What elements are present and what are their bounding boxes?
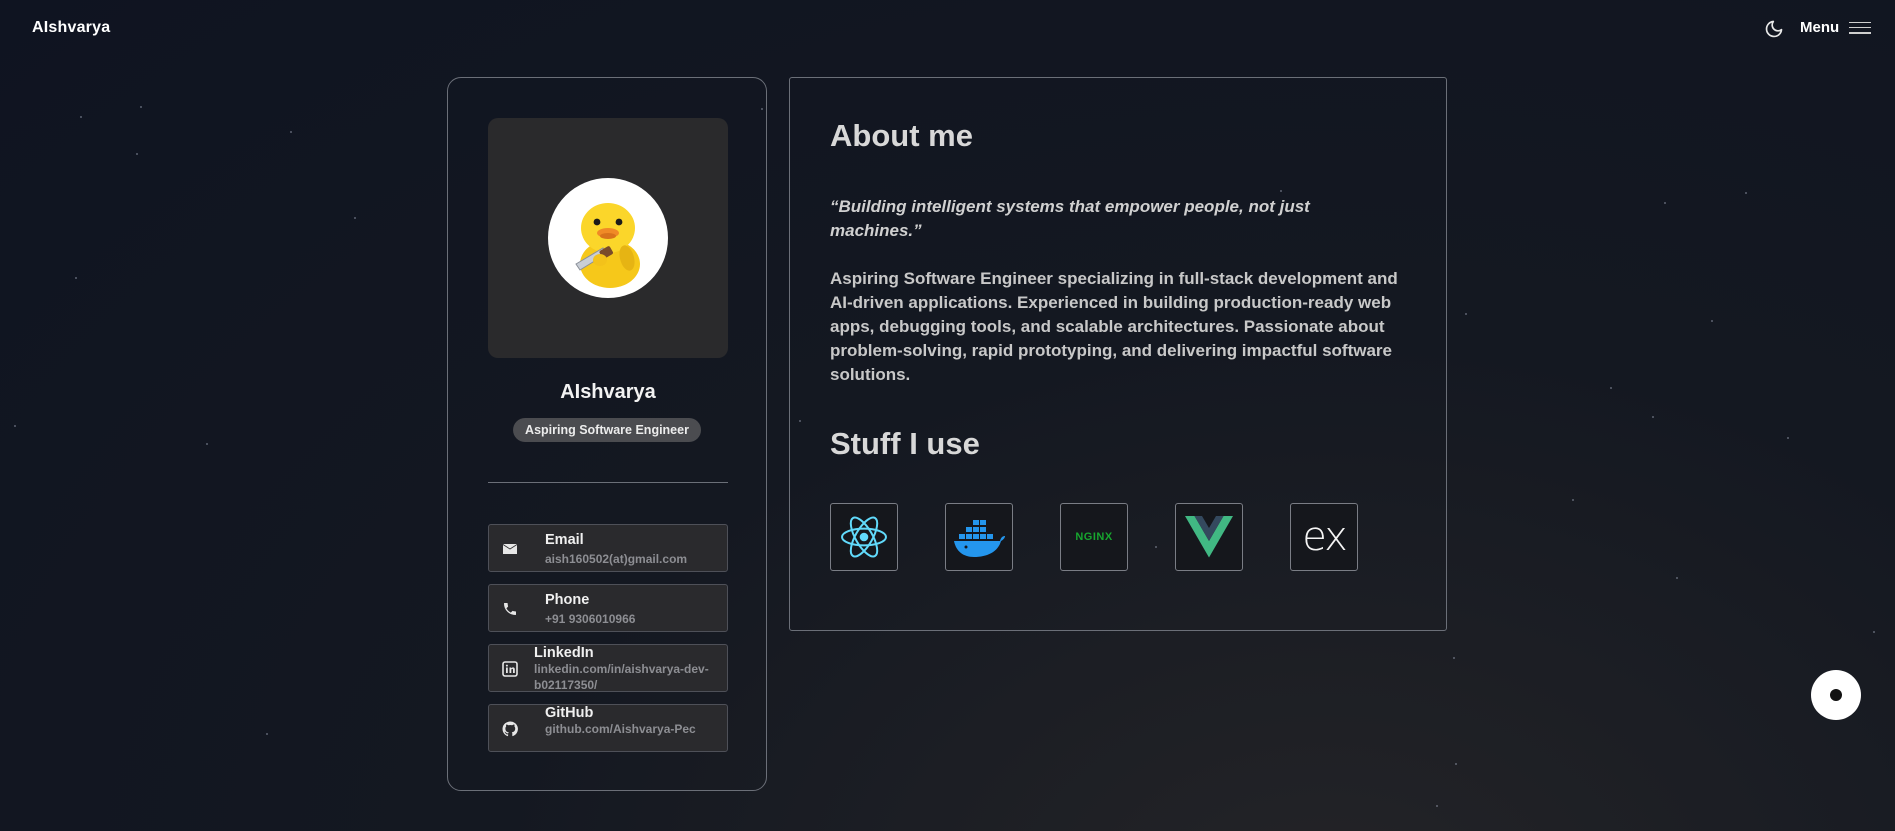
about-bio: Aspiring Software Engineer specializing … bbox=[830, 269, 1398, 384]
star bbox=[1787, 437, 1789, 439]
contact-label: Email bbox=[545, 532, 584, 548]
github-icon bbox=[502, 721, 518, 737]
menu-button[interactable]: Menu bbox=[1800, 19, 1872, 36]
nginx-icon: NGINX bbox=[1075, 531, 1113, 543]
stack-heading: Stuff I use bbox=[830, 426, 980, 461]
contact-label: Phone bbox=[545, 592, 590, 608]
contact-value: linkedin.com/in/aishvarya-dev-b02117350/ bbox=[534, 662, 709, 692]
star bbox=[80, 116, 82, 118]
profile-name: AIshvarya bbox=[560, 381, 656, 403]
moon-icon[interactable] bbox=[1764, 19, 1784, 39]
mail-icon bbox=[502, 541, 518, 557]
star bbox=[1676, 577, 1678, 579]
avatar-frame bbox=[488, 118, 728, 358]
role-badge: Aspiring Software Engineer bbox=[513, 418, 701, 442]
star bbox=[1465, 313, 1467, 315]
star bbox=[1873, 631, 1875, 633]
tool-nginx[interactable]: NGINX bbox=[1060, 503, 1128, 571]
star bbox=[1652, 416, 1654, 418]
vue-icon bbox=[1185, 516, 1233, 558]
contact-phone[interactable]: Phone +91 9306010966 bbox=[488, 584, 728, 632]
tool-list: NGINX ex bbox=[830, 503, 1358, 571]
star bbox=[1711, 320, 1713, 322]
star bbox=[1572, 499, 1574, 501]
star bbox=[266, 733, 268, 735]
floating-action-button[interactable] bbox=[1811, 670, 1861, 720]
about-heading: About me bbox=[830, 118, 973, 153]
divider bbox=[488, 482, 728, 483]
tool-express[interactable]: ex bbox=[1290, 503, 1358, 571]
star bbox=[1455, 763, 1457, 765]
star bbox=[1453, 657, 1455, 659]
dot-icon bbox=[1830, 689, 1842, 701]
profile-card: AIshvarya Aspiring Software Engineer Ema… bbox=[447, 77, 767, 791]
contact-value: +91 9306010966 bbox=[545, 612, 636, 626]
contact-label: LinkedIn bbox=[534, 645, 594, 661]
contact-github[interactable]: GitHub github.com/Aishvarya-Pec bbox=[488, 704, 728, 752]
docker-icon bbox=[954, 520, 1005, 557]
star bbox=[136, 153, 138, 155]
contact-linkedin[interactable]: LinkedIn linkedin.com/in/aishvarya-dev-b… bbox=[488, 644, 728, 692]
menu-label: Menu bbox=[1800, 19, 1840, 36]
phone-icon bbox=[502, 601, 518, 617]
star bbox=[14, 425, 16, 427]
contact-label: GitHub bbox=[545, 705, 594, 721]
duck-icon bbox=[575, 203, 640, 288]
react-icon bbox=[841, 516, 887, 558]
star bbox=[1610, 387, 1612, 389]
tool-react[interactable] bbox=[830, 503, 898, 571]
star bbox=[206, 443, 208, 445]
star bbox=[354, 217, 356, 219]
hamburger-icon bbox=[1849, 21, 1872, 34]
contact-value: github.com/Aishvarya-Pec bbox=[545, 722, 696, 736]
star bbox=[75, 277, 77, 279]
tool-docker[interactable] bbox=[945, 503, 1013, 571]
about-quote: “Building intelligent systems that empow… bbox=[830, 197, 1310, 240]
avatar bbox=[548, 178, 668, 298]
star bbox=[1664, 202, 1666, 204]
linkedin-icon bbox=[502, 661, 518, 677]
about-panel: About me “Building intelligent systems t… bbox=[789, 77, 1447, 631]
brand-logo[interactable]: AIshvarya bbox=[32, 19, 110, 37]
contact-email[interactable]: Email aish160502(at)gmail.com bbox=[488, 524, 728, 572]
tool-vue[interactable] bbox=[1175, 503, 1243, 571]
contact-value: aish160502(at)gmail.com bbox=[545, 552, 688, 566]
star bbox=[1745, 192, 1747, 194]
star bbox=[290, 131, 292, 133]
star bbox=[1436, 805, 1438, 807]
express-icon: ex bbox=[1302, 514, 1348, 560]
star bbox=[140, 106, 142, 108]
